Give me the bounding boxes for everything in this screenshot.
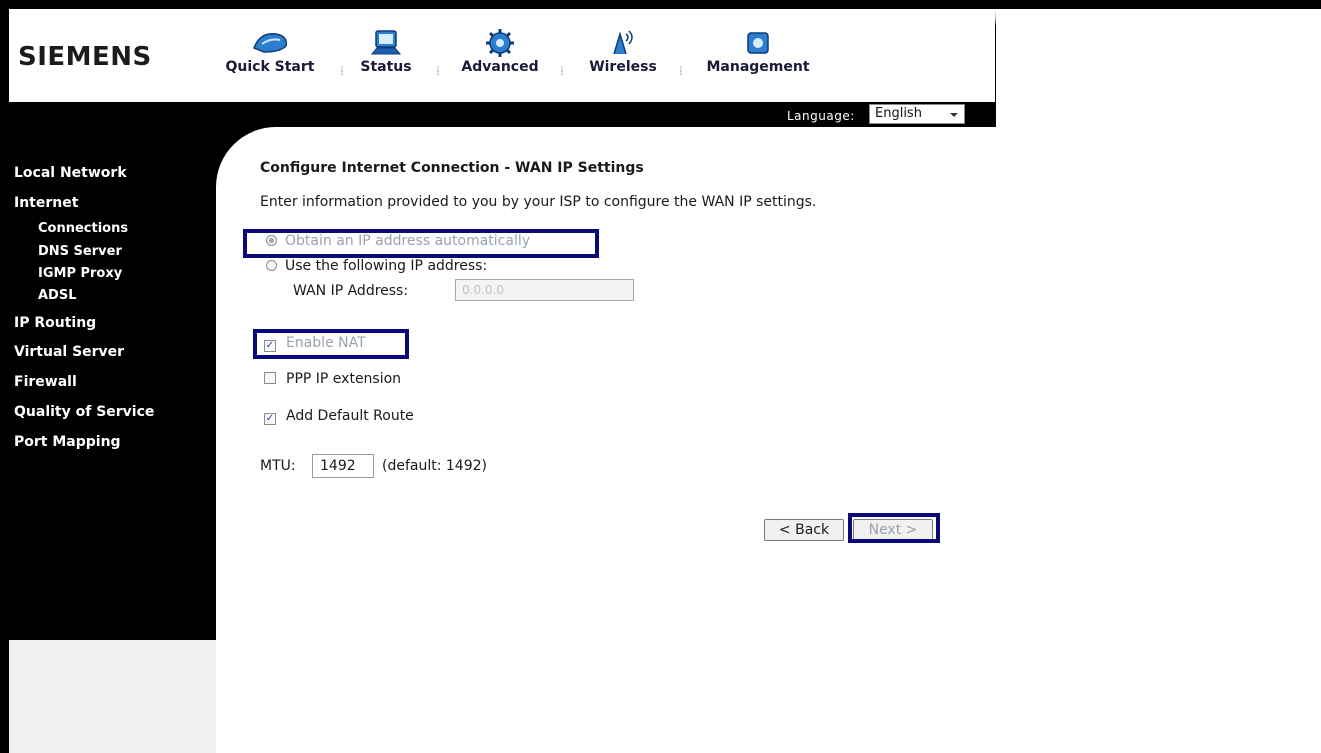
page-intro: Enter information provided to you by you… bbox=[260, 194, 817, 210]
checkbox-control[interactable]: ✓ bbox=[264, 413, 276, 425]
nav-advanced[interactable]: Advanced bbox=[452, 28, 548, 75]
radio-control[interactable] bbox=[266, 260, 277, 271]
nav-status[interactable]: Status bbox=[356, 28, 416, 75]
sidebar-item-dns-server[interactable]: DNS Server bbox=[38, 244, 122, 259]
nav-label: Wireless bbox=[589, 59, 657, 75]
checkbox-control[interactable] bbox=[264, 372, 276, 384]
nav-separator: ⁞ bbox=[560, 64, 564, 78]
wan-ip-field[interactable]: 0.0.0.0 bbox=[455, 279, 634, 301]
language-select[interactable]: English bbox=[869, 104, 965, 124]
sidebar-item-local-network[interactable]: Local Network bbox=[14, 165, 127, 181]
nav-separator: ⁞ bbox=[679, 64, 683, 78]
checkbox-label: Add Default Route bbox=[286, 408, 414, 424]
sidebar-item-ip-routing[interactable]: IP Routing bbox=[14, 315, 96, 331]
nav-separator: ⁞ bbox=[340, 64, 344, 78]
checkbox-add-default-route[interactable]: ✓ Add Default Route bbox=[264, 408, 414, 425]
sidebar-item-port-mapping[interactable]: Port Mapping bbox=[14, 434, 121, 450]
frame-border-left bbox=[0, 0, 9, 753]
advanced-icon bbox=[486, 29, 514, 57]
mtu-default-note: (default: 1492) bbox=[382, 458, 487, 474]
management-icon bbox=[747, 32, 769, 54]
sidebar-item-virtual-server[interactable]: Virtual Server bbox=[14, 344, 124, 360]
app-frame: SIEMENS Quick Start ⁞ Status ⁞ Advanced … bbox=[0, 0, 1321, 753]
checkbox-ppp-ip-extension[interactable]: PPP IP extension bbox=[264, 371, 401, 387]
status-icon bbox=[370, 30, 402, 55]
brand-logo: SIEMENS bbox=[18, 42, 152, 72]
radio-label: Use the following IP address: bbox=[285, 258, 488, 274]
sidebar-item-quality-of-service[interactable]: Quality of Service bbox=[14, 404, 154, 420]
highlight-box bbox=[253, 329, 409, 359]
nav-label: Status bbox=[360, 59, 412, 75]
nav-separator: ⁞ bbox=[436, 64, 440, 78]
quick-start-icon bbox=[253, 33, 288, 53]
sidebar-item-igmp-proxy[interactable]: IGMP Proxy bbox=[38, 266, 122, 281]
back-button[interactable]: < Back bbox=[764, 519, 844, 541]
highlight-box bbox=[848, 513, 940, 543]
nav-label: Quick Start bbox=[225, 59, 315, 75]
language-value: English bbox=[875, 106, 922, 121]
wan-ip-label: WAN IP Address: bbox=[293, 283, 409, 299]
checkbox-label: PPP IP extension bbox=[286, 371, 402, 387]
nav-wireless[interactable]: Wireless bbox=[580, 28, 666, 75]
mtu-field[interactable]: 1492 bbox=[312, 454, 374, 478]
nav-quick-start[interactable]: Quick Start bbox=[218, 28, 322, 75]
nav-label: Advanced bbox=[461, 59, 539, 75]
language-label: Language: bbox=[787, 109, 855, 123]
radio-use-following-ip[interactable]: Use the following IP address: bbox=[266, 258, 487, 274]
frame-border-top bbox=[0, 0, 1321, 9]
sidebar-item-internet[interactable]: Internet bbox=[14, 195, 78, 211]
sidebar-item-firewall[interactable]: Firewall bbox=[14, 374, 77, 390]
sidebar-item-connections[interactable]: Connections bbox=[38, 221, 128, 236]
sidebar-item-adsl[interactable]: ADSL bbox=[38, 288, 77, 303]
wireless-icon bbox=[613, 30, 633, 55]
page-title: Configure Internet Connection - WAN IP S… bbox=[260, 160, 644, 176]
highlight-box bbox=[243, 229, 599, 258]
chevron-down-icon bbox=[950, 113, 958, 117]
sidebar-footer bbox=[9, 640, 216, 753]
nav-label: Management bbox=[706, 59, 810, 75]
mtu-label: MTU: bbox=[260, 458, 296, 474]
nav-management[interactable]: Management bbox=[700, 28, 816, 75]
